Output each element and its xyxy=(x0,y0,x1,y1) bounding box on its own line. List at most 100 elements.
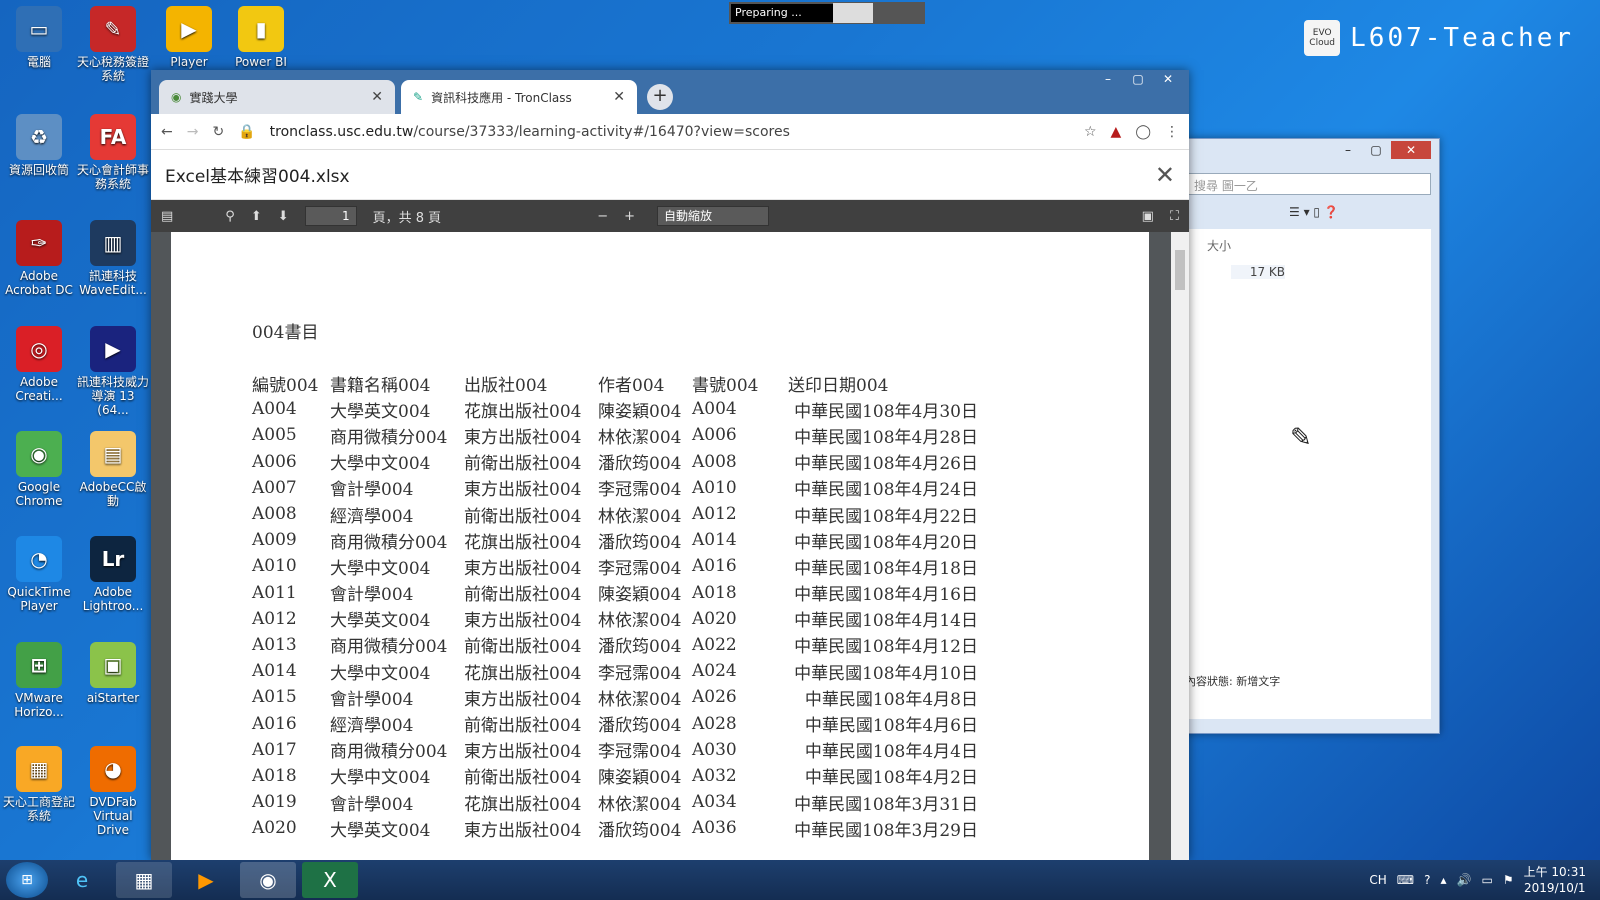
app-icon: ♻ xyxy=(16,114,62,160)
bookmark-icon[interactable]: ▣ xyxy=(1142,209,1154,224)
table-cell: 大學英文004 xyxy=(330,611,431,632)
table-row: A016 經濟學004 前衛出版社004 潘欣筠004 A028 中華民國108年4月6日 xyxy=(252,710,978,737)
clock[interactable]: 上午 10:31 2019/10/1 xyxy=(1524,864,1586,896)
zoom-select[interactable]: 自動縮放 xyxy=(657,206,769,226)
lock-icon: 🔒 xyxy=(238,123,256,140)
table-cell: 李冠霈004 xyxy=(598,663,682,684)
desktop-icon[interactable]: FA 天心會計師事務系統 xyxy=(76,114,150,191)
tab-usc[interactable]: ◉ 實踐大學 ✕ xyxy=(159,80,395,114)
table-cell: 陳姿穎004 xyxy=(598,585,682,606)
desktop-icon[interactable]: ▦ 天心工商登記系統 xyxy=(2,746,76,823)
browser-toolbar: ← → ↻ 🔒 tronclass.usc.edu.tw/course/3733… xyxy=(151,114,1189,150)
tray-expand-icon[interactable]: ▴ xyxy=(1441,873,1447,887)
tab-close-icon[interactable]: ✕ xyxy=(613,89,625,105)
desktop-icon[interactable]: ▤ AdobeCC啟動 xyxy=(76,431,150,508)
table-cell: 中華民國108年4月20日 xyxy=(794,532,978,553)
volume-icon[interactable]: 🔊 xyxy=(1457,873,1472,887)
next-page-icon[interactable]: ⬇ xyxy=(278,209,289,224)
fullscreen-icon[interactable]: ⛶ xyxy=(1170,209,1179,224)
minimize-icon[interactable]: – xyxy=(1335,141,1361,159)
forward-icon[interactable]: → xyxy=(187,124,199,140)
tab-tronclass[interactable]: ✎ 資訊科技應用 - TronClass ✕ xyxy=(401,80,637,114)
table-cell: A012 xyxy=(692,504,737,525)
keyboard-icon[interactable]: ⌨ xyxy=(1397,873,1414,887)
prev-page-icon[interactable]: ⬆ xyxy=(251,209,262,224)
address-bar[interactable]: tronclass.usc.edu.tw/course/37333/learni… xyxy=(270,124,1070,140)
table-cell: A006 xyxy=(692,425,737,446)
desktop-icon[interactable]: ◔ QuickTime Player xyxy=(2,536,76,613)
star-icon[interactable]: ☆ xyxy=(1084,124,1097,140)
explorer-taskbar-icon[interactable]: ▦ xyxy=(116,862,172,898)
desktop-icon[interactable]: ◎ Adobe Creati... xyxy=(2,326,76,403)
excel-taskbar-icon[interactable]: X xyxy=(302,862,358,898)
search-icon[interactable]: ⚲ xyxy=(225,209,235,224)
network-icon[interactable]: ▭ xyxy=(1481,873,1492,887)
media-player-taskbar-icon[interactable]: ▶ xyxy=(178,862,234,898)
close-icon[interactable]: ✕ xyxy=(1391,141,1431,159)
app-icon: ▶ xyxy=(166,6,212,52)
chrome-taskbar-icon[interactable]: ◉ xyxy=(240,862,296,898)
app-icon: ✑ xyxy=(16,220,62,266)
table-row: A014 大學中文004 花旗出版社004 李冠霈004 A024 中華民國108年4月1… xyxy=(252,658,978,684)
zoom-in-icon[interactable]: + xyxy=(624,209,635,224)
close-viewer-icon[interactable]: ✕ xyxy=(1155,161,1175,189)
close-icon[interactable]: ✕ xyxy=(1155,70,1181,88)
column-size[interactable]: 大小 xyxy=(1207,237,1231,254)
zoom-out-icon[interactable]: − xyxy=(597,209,608,224)
desktop-icon[interactable]: ▮ Power BI xyxy=(224,6,298,69)
status-label: 內容狀態: xyxy=(1185,675,1233,688)
new-tab-button[interactable]: + xyxy=(647,84,673,110)
back-icon[interactable]: ← xyxy=(161,124,173,140)
scroll-thumb[interactable] xyxy=(1175,250,1185,290)
desktop-icon[interactable]: ▶ 訊連科技威力導演 13 (64... xyxy=(76,326,150,417)
table-cell: 中華民國108年4月6日 xyxy=(804,716,978,737)
table-cell: 會計學004 xyxy=(330,689,414,710)
app-icon: ⊞ xyxy=(16,642,62,688)
scrollbar[interactable] xyxy=(1171,232,1189,860)
desktop-icon-label: AdobeCC啟動 xyxy=(79,480,147,508)
desktop-icon[interactable]: ▭ 電腦 xyxy=(2,6,76,69)
table-cell: A004 xyxy=(252,399,297,420)
language-indicator[interactable]: CH xyxy=(1369,873,1386,887)
profile-icon[interactable]: ◯ xyxy=(1135,124,1151,140)
desktop-icon-label: 訊連科技威力導演 13 (64... xyxy=(76,375,149,417)
maximize-icon[interactable]: ▢ xyxy=(1125,70,1151,88)
app-icon: ▮ xyxy=(238,6,284,52)
tab-label: 實踐大學 xyxy=(189,90,238,105)
table-cell: 前衛出版社004 xyxy=(464,585,582,606)
desktop-icon[interactable]: ▥ 訊連科技 WaveEdit... xyxy=(76,220,150,297)
explorer-content: 大小 17 KB 內容狀態: 新增文字 xyxy=(1185,229,1431,719)
tab-close-icon[interactable]: ✕ xyxy=(371,89,383,105)
table-cell: 林依潔004 xyxy=(598,689,682,710)
start-button[interactable]: ⊞ xyxy=(6,862,48,898)
sidebar-toggle-icon[interactable]: ▤ xyxy=(161,209,173,224)
explorer-search-input[interactable]: 搜尋 圖一乙 xyxy=(1185,173,1431,195)
desktop-icon[interactable]: ▣ aiStarter xyxy=(76,642,150,705)
pdf-viewport[interactable]: 004書目 編號004 書籍名稱004 出版社004 作者004 書號004 送印日期00… xyxy=(151,232,1189,860)
minimize-icon[interactable]: – xyxy=(1095,70,1121,88)
desktop-icon[interactable]: Lr Adobe Lightroo... xyxy=(76,536,150,613)
desktop-icon[interactable]: ✎ 天心稅務簽證系統 xyxy=(76,6,150,83)
desktop-icon[interactable]: ◉ Google Chrome xyxy=(2,431,76,508)
table-cell: 花旗出版社004 xyxy=(464,532,582,553)
desktop-icon[interactable]: ▶ Player xyxy=(152,6,226,69)
maximize-icon[interactable]: ▢ xyxy=(1363,141,1389,159)
help-icon[interactable]: ? xyxy=(1424,873,1430,887)
desktop-icon[interactable]: ⊞ VMware Horizo... xyxy=(2,642,76,719)
view-options-icon[interactable]: ☰ ▾ ▯ ❓ xyxy=(1289,205,1339,219)
desktop-icon[interactable]: ✑ Adobe Acrobat DC xyxy=(2,220,76,297)
desktop-icon[interactable]: ♻ 資源回收筒 xyxy=(2,114,76,177)
desktop-icon[interactable]: ◕ DVDFab Virtual Drive xyxy=(76,746,150,837)
reload-icon[interactable]: ↻ xyxy=(212,124,224,140)
flag-icon[interactable]: ⚑ xyxy=(1503,873,1514,887)
preparing-progress: Preparing ... xyxy=(729,2,925,24)
table-cell: 陳姿穎004 xyxy=(598,768,682,789)
table-cell: A005 xyxy=(252,425,297,446)
ie-taskbar-icon[interactable]: e xyxy=(54,862,110,898)
acrobat-extension-icon[interactable]: ▲ xyxy=(1111,124,1122,140)
status-value: 新增文字 xyxy=(1236,675,1281,688)
page-number-input[interactable]: 1 xyxy=(304,206,357,226)
menu-icon[interactable]: ⋮ xyxy=(1165,124,1179,140)
table-cell: 商用微積分004 xyxy=(330,637,448,658)
desktop-icon-label: 電腦 xyxy=(26,55,51,69)
